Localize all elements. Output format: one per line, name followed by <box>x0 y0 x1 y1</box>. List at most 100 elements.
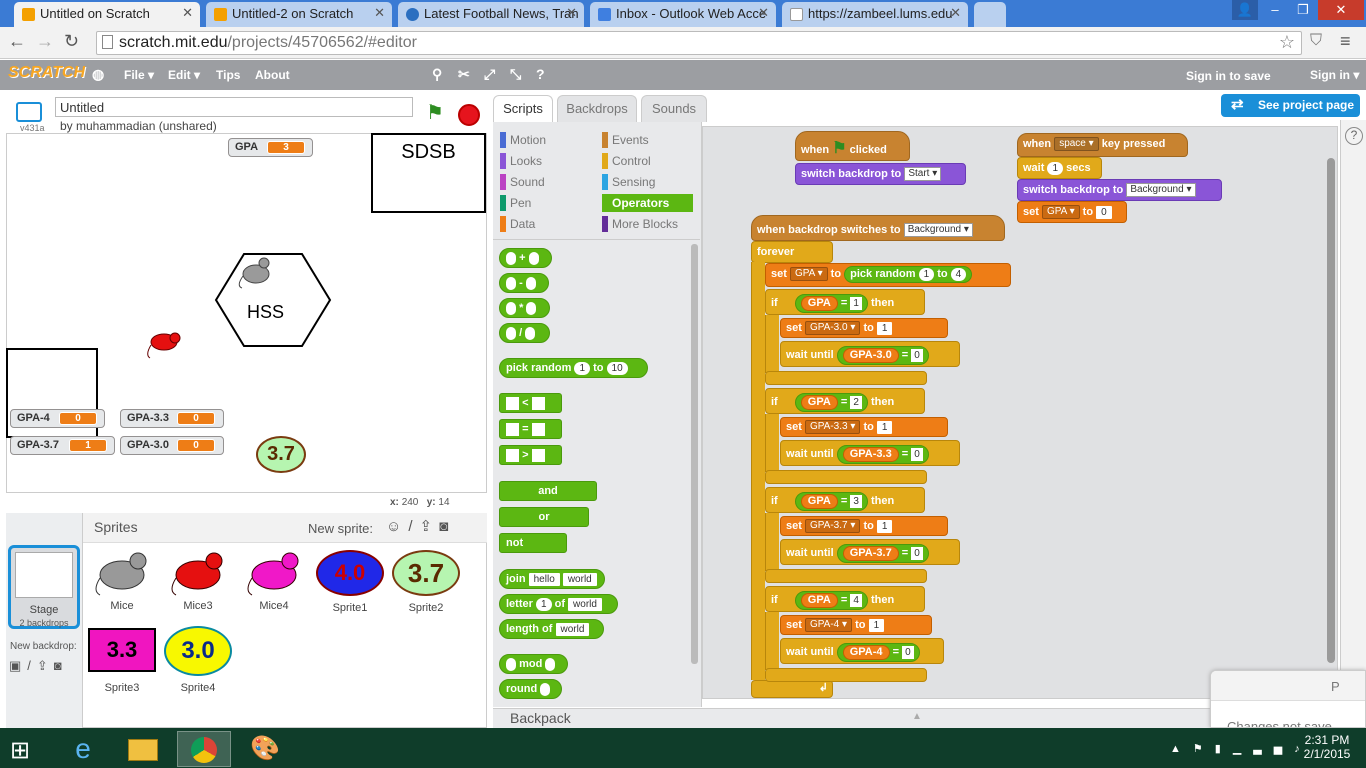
palette-scrollbar[interactable] <box>691 244 698 664</box>
signal-icon[interactable]: ▁▃▅ <box>1233 743 1294 755</box>
close-tab-icon[interactable]: ✕ <box>182 5 193 21</box>
letter-of-block[interactable]: letter 1 of world <box>499 594 618 614</box>
tab-untitled-on-scratch[interactable]: Untitled on Scratch ✕ <box>14 2 200 27</box>
equals-reporter[interactable]: GPA-3.3 = 0 <box>836 445 929 464</box>
close-window-icon[interactable]: ✕ <box>1318 0 1364 20</box>
set-var-block[interactable]: set GPA-3.7 ▾ to 1 <box>780 516 948 536</box>
category-data[interactable]: Data <box>500 215 535 233</box>
forward-icon[interactable]: → <box>36 31 54 52</box>
camera-sprite-icon[interactable]: ◙ <box>439 518 455 535</box>
menu-about[interactable]: About <box>255 68 290 82</box>
tab-outlook-inbox[interactable]: Inbox - Outlook Web Acce ✕ <box>590 2 776 27</box>
close-tab-icon[interactable]: ✕ <box>566 5 577 21</box>
divide-block[interactable]: / <box>499 323 550 343</box>
when-key-pressed-hat[interactable]: when space ▾ key pressed <box>1017 133 1188 157</box>
windows-start-icon[interactable]: ⊞ <box>10 736 30 765</box>
sdsb-sprite[interactable]: SDSB <box>371 133 486 213</box>
forever-block[interactable]: forever <box>751 241 833 263</box>
clock[interactable]: 2:31 PM 2/1/2015 <box>1302 733 1352 761</box>
wait-until-block[interactable]: wait until GPA-3.3 = 0 <box>780 440 960 466</box>
tips-help-icon[interactable]: ? <box>1345 127 1363 145</box>
equals-reporter[interactable]: GPA = 3 <box>794 492 868 511</box>
switch-backdrop-block-2[interactable]: switch backdrop to Background ▾ <box>1017 179 1222 201</box>
restore-icon[interactable]: ❐ <box>1290 0 1316 20</box>
category-sensing[interactable]: Sensing <box>602 173 655 191</box>
sprite-tile-sprite1[interactable]: 4.0 Sprite1 <box>314 545 386 614</box>
equals-reporter[interactable]: GPA-3.7 = 0 <box>836 544 929 563</box>
address-bar[interactable]: scratch.mit.edu/projects/45706562/#edito… <box>96 31 1302 55</box>
close-tab-icon[interactable]: ✕ <box>374 5 385 21</box>
sprite-library-icon[interactable]: ☺ <box>386 518 408 535</box>
scratch-logo[interactable]: SCRATCH <box>8 64 85 82</box>
paint-icon[interactable]: 🎨 <box>238 731 292 767</box>
set-gpa-block[interactable]: set GPA ▾ to 0 <box>1017 201 1127 223</box>
set-var-block[interactable]: set GPA-3.0 ▾ to 1 <box>780 318 948 338</box>
tab-backdrops[interactable]: Backdrops <box>557 95 637 122</box>
bookmark-star-icon[interactable]: ☆ <box>1279 32 1295 53</box>
if-block[interactable]: if GPA = 2 then <box>765 388 925 414</box>
set-gpa-random-block[interactable]: set GPA ▾ to pick random 1 to 4 <box>765 263 1011 287</box>
internet-explorer-icon[interactable]: e <box>56 731 110 767</box>
tab-untitled-2[interactable]: Untitled-2 on Scratch ✕ <box>206 2 392 27</box>
scripts-scrollbar[interactable] <box>1327 158 1335 663</box>
see-project-page-button[interactable]: ⇄ See project page <box>1221 94 1360 117</box>
wait-until-block[interactable]: wait until GPA-3.0 = 0 <box>780 341 960 367</box>
add-block[interactable]: + <box>499 248 552 268</box>
round-block[interactable]: round <box>499 679 562 699</box>
backpack-expand-icon[interactable]: ▲ <box>912 711 922 722</box>
close-tab-icon[interactable]: ✕ <box>950 5 961 21</box>
bubble-3-7-sprite[interactable]: 3.7 <box>256 436 306 473</box>
paint-sprite-icon[interactable]: / <box>408 518 419 535</box>
stop-icon[interactable] <box>458 104 480 126</box>
when-backdrop-switches-hat[interactable]: when backdrop switches to Background ▾ <box>751 215 1005 241</box>
close-tab-icon[interactable]: ✕ <box>758 5 769 21</box>
menu-tips[interactable]: Tips <box>216 68 240 82</box>
equals-reporter[interactable]: GPA = 2 <box>794 393 868 412</box>
sprite-tile-mice3[interactable]: Mice3 <box>164 545 232 612</box>
sign-in-link[interactable]: Sign in ▾ <box>1310 68 1359 82</box>
help-icon[interactable]: ? <box>536 66 545 82</box>
wait-secs-block[interactable]: wait 1 secs <box>1017 157 1102 179</box>
chrome-icon[interactable] <box>177 731 231 767</box>
when-flag-clicked-hat[interactable]: when ⚑ clicked <box>795 131 910 161</box>
project-title-input[interactable]: Untitled <box>55 97 413 117</box>
and-block[interactable]: and <box>499 481 597 501</box>
equals-reporter[interactable]: GPA = 4 <box>794 591 868 610</box>
category-events[interactable]: Events <box>602 131 649 149</box>
pick-random-block[interactable]: pick random 1 to 10 <box>499 358 648 378</box>
if-block[interactable]: if GPA = 3 then <box>765 487 925 513</box>
subtract-block[interactable]: - <box>499 273 549 293</box>
green-flag-icon[interactable]: ⚑ <box>426 100 444 125</box>
less-than-block[interactable]: < <box>499 393 562 413</box>
wait-until-block[interactable]: wait until GPA-3.7 = 0 <box>780 539 960 565</box>
shield-extension-icon[interactable]: ⛉ <box>1310 32 1322 50</box>
category-looks[interactable]: Looks <box>500 152 542 170</box>
sprite-tile-sprite4[interactable]: 3.0 Sprite4 <box>162 626 234 694</box>
equals-reporter[interactable]: GPA-4 = 0 <box>836 643 920 662</box>
user-icon[interactable]: 👤 <box>1232 0 1258 20</box>
camera-icon[interactable]: ◙ <box>54 658 68 673</box>
menu-file[interactable]: File ▾ <box>124 68 154 82</box>
tray-expand-icon[interactable]: ▲ <box>1170 743 1193 755</box>
equals-block[interactable]: = <box>499 419 562 439</box>
globe-icon[interactable]: ◍ <box>92 66 104 83</box>
grow-icon[interactable]: ⤢ <box>484 66 495 83</box>
equals-reporter[interactable]: GPA = 1 <box>794 294 868 313</box>
category-pen[interactable]: Pen <box>500 194 531 212</box>
grey-mouse-sprite[interactable] <box>234 250 274 290</box>
menu-edit[interactable]: Edit ▾ <box>168 68 200 82</box>
sign-in-to-save-link[interactable]: Sign in to save <box>1186 69 1271 83</box>
red-mouse-sprite[interactable] <box>142 328 184 360</box>
tab-sounds[interactable]: Sounds <box>641 95 707 122</box>
category-more-blocks[interactable]: More Blocks <box>602 215 678 233</box>
shrink-icon[interactable]: ⤡ <box>510 66 521 83</box>
set-var-block[interactable]: set GPA-3.3 ▾ to 1 <box>780 417 948 437</box>
not-block[interactable]: not <box>499 533 567 553</box>
upload-sprite-icon[interactable]: ⇪ <box>420 518 440 535</box>
tab-scripts[interactable]: Scripts <box>493 95 553 122</box>
set-var-block[interactable]: set GPA-4 ▾ to 1 <box>780 615 932 635</box>
battery-icon[interactable]: ▮ <box>1215 743 1233 755</box>
new-tab-button[interactable] <box>974 2 1006 27</box>
flag-icon[interactable]: ⚑ <box>1193 743 1215 755</box>
sprite-tile-sprite3[interactable]: 3.3 Sprite3 <box>86 626 158 694</box>
